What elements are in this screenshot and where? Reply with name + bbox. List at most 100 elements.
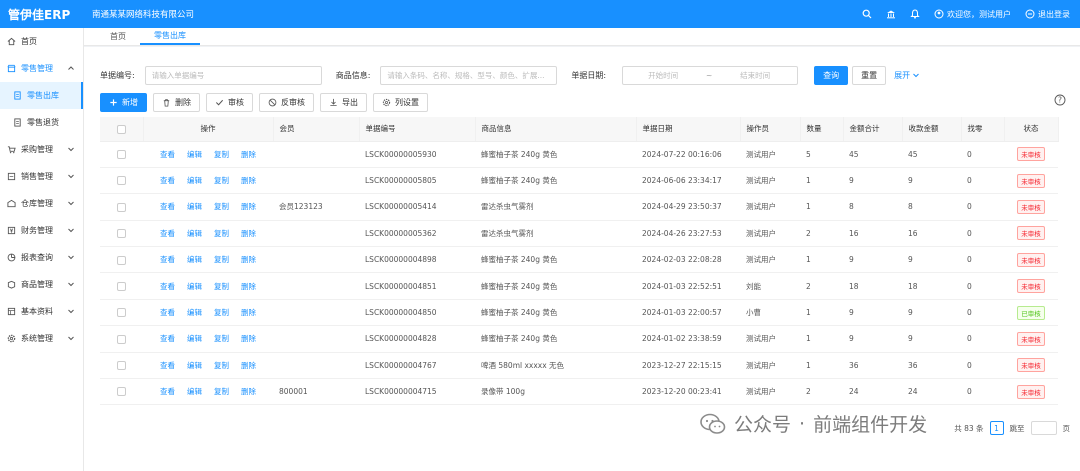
table-row[interactable]: 查看 编辑 复制 删除 LSCK00000004898 蜂蜜柚子茶 240g 黄色 2024…	[100, 246, 1058, 274]
delete-link[interactable]: 删除	[241, 387, 256, 396]
delete-link[interactable]: 删除	[241, 334, 256, 343]
table-row[interactable]: 查看 编辑 复制 删除 LSCK00000004767 啤酒 580ml xxxxx 无色…	[100, 352, 1058, 380]
view-link[interactable]: 查看	[160, 255, 175, 264]
end-date-input[interactable]: 结束时间	[715, 70, 795, 81]
table-row[interactable]: 查看 编辑 复制 删除 LSCK00000005930 蜂蜜柚子茶 240g 黄色 2024…	[100, 141, 1058, 168]
checkbox[interactable]	[117, 281, 126, 291]
welcome-user[interactable]: 欢迎您，测试用户	[934, 9, 1011, 20]
row-checkbox-cell[interactable]	[100, 325, 143, 353]
row-checkbox-cell[interactable]	[100, 352, 143, 380]
logout-button[interactable]: 退出登录	[1025, 9, 1070, 20]
query-button[interactable]: 查询	[814, 65, 849, 85]
select-all-checkbox[interactable]	[100, 117, 144, 142]
checkbox[interactable]	[117, 387, 126, 397]
column-settings-button[interactable]: 列设置	[373, 93, 428, 112]
sidebar-item-retail-out[interactable]: 零售出库	[0, 82, 83, 109]
edit-link[interactable]: 编辑	[187, 361, 202, 370]
copy-link[interactable]: 复制	[214, 255, 229, 264]
row-checkbox-cell[interactable]	[100, 193, 143, 221]
sidebar-item-retail-return[interactable]: 零售退货	[0, 109, 83, 136]
copy-link[interactable]: 复制	[214, 308, 229, 317]
help-icon[interactable]: ?	[1054, 94, 1066, 106]
table-row[interactable]: 查看 编辑 复制 删除 LSCK00000005362 雷达杀虫气雾剂 2024-04-26…	[100, 220, 1058, 248]
delete-link[interactable]: 删除	[241, 176, 256, 185]
sidebar-item-retail[interactable]: 零售管理	[0, 55, 83, 82]
view-link[interactable]: 查看	[160, 176, 175, 185]
reset-button[interactable]: 重置	[852, 65, 887, 85]
copy-link[interactable]: 复制	[214, 176, 229, 185]
checkbox[interactable]	[117, 149, 126, 159]
row-checkbox-cell[interactable]	[100, 299, 143, 327]
checkbox[interactable]	[117, 361, 126, 371]
checkbox[interactable]	[117, 229, 126, 239]
view-link[interactable]: 查看	[160, 361, 175, 370]
table-row[interactable]: 查看 编辑 复制 删除 LSCK00000004850 蜂蜜柚子茶 240g 黄色 2024…	[100, 299, 1058, 327]
tab-home[interactable]: 首页	[96, 27, 140, 45]
table-row[interactable]: 查看 编辑 复制 删除 会员123123 LSCK00000005414 雷达杀虫气雾剂 20…	[100, 193, 1058, 221]
edit-link[interactable]: 编辑	[187, 202, 202, 211]
row-checkbox-cell[interactable]	[100, 378, 143, 406]
delete-link[interactable]: 删除	[241, 255, 256, 264]
table-row[interactable]: 查看 编辑 复制 删除 LSCK00000004828 蜂蜜柚子茶 240g 黄色 2024…	[100, 325, 1058, 353]
start-date-input[interactable]: 开始时间	[623, 70, 703, 81]
table-row[interactable]: 查看 编辑 复制 删除 800001 LSCK00000004715 录像带 100g 202…	[100, 378, 1058, 406]
copy-link[interactable]: 复制	[214, 387, 229, 396]
checkbox[interactable]	[116, 124, 126, 134]
copy-link[interactable]: 复制	[214, 334, 229, 343]
date-range-picker[interactable]: 开始时间 ~ 结束时间	[622, 65, 799, 85]
search-icon[interactable]	[862, 9, 872, 19]
copy-link[interactable]: 复制	[214, 202, 229, 211]
delete-link[interactable]: 删除	[241, 229, 256, 238]
add-button[interactable]: 新增	[100, 93, 147, 112]
bank-icon[interactable]	[886, 9, 896, 19]
sidebar-item-basic-data[interactable]: 基本资料	[0, 298, 83, 325]
edit-link[interactable]: 编辑	[187, 334, 202, 343]
tab-retail-out[interactable]: 零售出库	[140, 27, 200, 45]
pager-current-page[interactable]: 1	[989, 421, 1004, 435]
view-link[interactable]: 查看	[160, 229, 175, 238]
delete-link[interactable]: 删除	[241, 361, 256, 370]
checkbox[interactable]	[117, 255, 126, 265]
sidebar-item-report[interactable]: 报表查询	[0, 244, 83, 271]
bell-icon[interactable]	[910, 9, 920, 19]
goods-input[interactable]	[380, 65, 558, 85]
sidebar-item-warehouse[interactable]: 仓库管理	[0, 190, 83, 217]
export-button[interactable]: 导出	[320, 93, 367, 112]
sidebar-item-system[interactable]: 系统管理	[0, 325, 83, 352]
table-row[interactable]: 查看 编辑 复制 删除 LSCK00000005805 蜂蜜柚子茶 240g 黄色 2024…	[100, 167, 1058, 195]
edit-link[interactable]: 编辑	[187, 150, 202, 159]
audit-button[interactable]: 审核	[206, 93, 253, 112]
checkbox[interactable]	[117, 202, 126, 212]
edit-link[interactable]: 编辑	[187, 229, 202, 238]
pager-jump-input[interactable]	[1030, 421, 1057, 435]
row-checkbox-cell[interactable]	[100, 220, 143, 248]
view-link[interactable]: 查看	[160, 308, 175, 317]
expand-link[interactable]: 展开	[894, 70, 920, 81]
row-checkbox-cell[interactable]	[100, 246, 143, 274]
row-checkbox-cell[interactable]	[100, 272, 143, 300]
sidebar-item-goods[interactable]: 商品管理	[0, 271, 83, 298]
delete-button[interactable]: 删除	[153, 93, 200, 112]
copy-link[interactable]: 复制	[214, 282, 229, 291]
view-link[interactable]: 查看	[160, 334, 175, 343]
delete-link[interactable]: 删除	[241, 282, 256, 291]
row-checkbox-cell[interactable]	[100, 167, 143, 195]
copy-link[interactable]: 复制	[214, 150, 229, 159]
edit-link[interactable]: 编辑	[187, 387, 202, 396]
sidebar-item-finance[interactable]: 财务管理	[0, 217, 83, 244]
edit-link[interactable]: 编辑	[187, 255, 202, 264]
sidebar-item-home[interactable]: 首页	[0, 28, 83, 55]
unaudit-button[interactable]: 反审核	[259, 93, 314, 112]
delete-link[interactable]: 删除	[241, 150, 256, 159]
view-link[interactable]: 查看	[160, 387, 175, 396]
checkbox[interactable]	[117, 334, 126, 344]
sidebar-item-sales[interactable]: 销售管理	[0, 163, 83, 190]
delete-link[interactable]: 删除	[241, 308, 256, 317]
copy-link[interactable]: 复制	[214, 361, 229, 370]
brand-logo[interactable]: 管伊佳ERP	[0, 6, 84, 23]
view-link[interactable]: 查看	[160, 150, 175, 159]
checkbox[interactable]	[117, 308, 126, 318]
bill-no-input[interactable]	[144, 65, 322, 85]
row-checkbox-cell[interactable]	[100, 141, 143, 168]
copy-link[interactable]: 复制	[214, 229, 229, 238]
